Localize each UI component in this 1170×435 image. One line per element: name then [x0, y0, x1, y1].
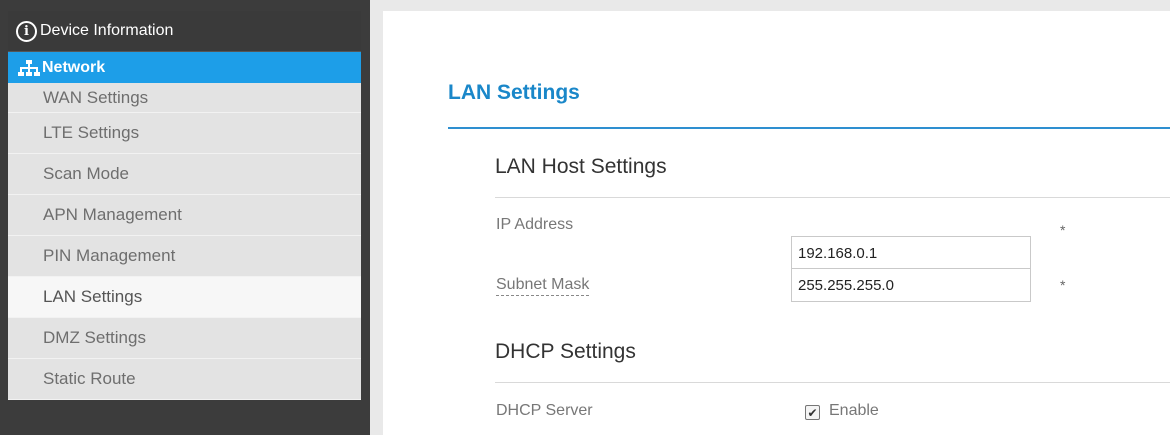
dhcp-server-label: DHCP Server [496, 402, 593, 419]
sidebar-item-label: WAN Settings [43, 87, 149, 107]
subnet-mask-label: Subnet Mask [496, 276, 590, 296]
sidebar-item-label: PIN Management [43, 246, 176, 265]
ip-address-label: IP Address [496, 216, 574, 233]
sidebar: i Device Information Network WAN Setting… [0, 0, 370, 435]
dhcp-enable-label[interactable]: Enable [829, 402, 879, 420]
info-circle-icon: i [16, 20, 37, 42]
sidebar-item-wan-settings[interactable]: WAN Settings [8, 83, 361, 113]
dhcp-settings-heading: DHCP Settings [495, 340, 636, 363]
dhcp-enable-checkbox[interactable]: ✔ [805, 405, 820, 420]
lan-host-settings-heading: LAN Host Settings [495, 155, 667, 178]
check-icon: ✔ [807, 405, 818, 420]
page-title: LAN Settings [448, 81, 580, 104]
sidebar-item-device-information[interactable]: i Device Information [8, 11, 361, 52]
sidebar-item-dmz-settings[interactable]: DMZ Settings [8, 318, 361, 359]
sidebar-item-label: Device Information [40, 22, 174, 39]
required-marker: * [1060, 222, 1066, 238]
sidebar-item-label: Static Route [43, 369, 136, 388]
network-submenu: WAN Settings LTE Settings Scan Mode APN … [8, 83, 361, 400]
sidebar-item-apn-management[interactable]: APN Management [8, 195, 361, 236]
sidebar-item-scan-mode[interactable]: Scan Mode [8, 154, 361, 195]
title-divider [448, 127, 1170, 129]
sidebar-item-label: LAN Settings [43, 287, 143, 306]
sidebar-item-lte-settings[interactable]: LTE Settings [8, 113, 361, 154]
sidebar-item-label: APN Management [43, 205, 182, 224]
ip-address-input[interactable] [791, 236, 1031, 270]
main-content: LAN Settings LAN Host Settings IP Addres… [383, 11, 1170, 435]
sidebar-item-pin-management[interactable]: PIN Management [8, 236, 361, 277]
subnet-mask-input[interactable] [791, 268, 1031, 302]
required-marker: * [1060, 277, 1066, 293]
sidebar-item-label: Network [42, 58, 106, 76]
sidebar-item-label: Scan Mode [43, 164, 129, 183]
sidebar-item-static-route[interactable]: Static Route [8, 359, 361, 400]
section-divider [495, 382, 1170, 383]
sidebar-item-network[interactable]: Network [8, 52, 361, 83]
network-tree-icon [18, 59, 40, 76]
sidebar-item-lan-settings[interactable]: LAN Settings [8, 277, 361, 318]
sidebar-menu: i Device Information Network WAN Setting… [8, 11, 361, 400]
section-divider [495, 197, 1170, 198]
sidebar-item-label: LTE Settings [43, 123, 140, 142]
sidebar-item-label: DMZ Settings [43, 328, 146, 347]
